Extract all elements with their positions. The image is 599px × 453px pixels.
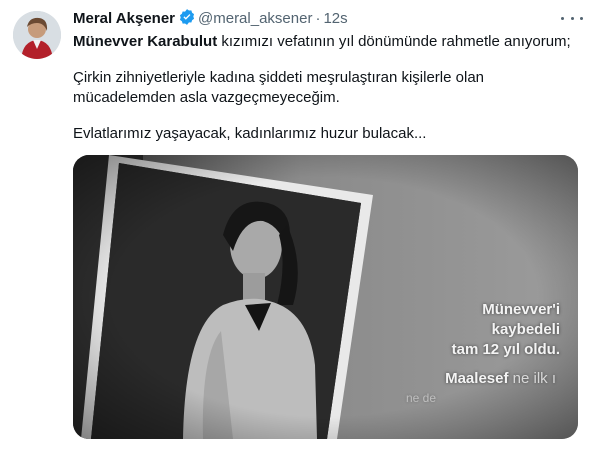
overlay-caption-line4: Maalesef ne ilk ı xyxy=(445,370,556,387)
author-name[interactable]: Meral Akşener xyxy=(73,10,175,27)
tweet-text-line1: Münevver Karabulut kızımızı vefatının yı… xyxy=(73,32,571,52)
video-frame-image xyxy=(73,155,578,439)
tweet-header: Meral Akşener @meral_aksener · 12s xyxy=(73,8,559,28)
separator-dot: · xyxy=(315,10,321,27)
overlay-line4-b: ne ilk ı xyxy=(508,370,556,387)
tweet-text-paragraph3: Evlatlarımız yaşayacak, kadınlarımız huz… xyxy=(73,125,427,142)
tweet-text-paragraph2: Çirkin zihniyetleriyle kadına şiddeti me… xyxy=(73,69,485,106)
overlay-caption-line5: ne de xyxy=(405,391,436,405)
overlay-line4-a: Maalesef xyxy=(445,370,509,387)
tweet-timestamp[interactable]: 12s xyxy=(323,10,347,27)
author-avatar[interactable] xyxy=(13,11,61,59)
overlay-caption-line2: kaybedeli xyxy=(491,321,560,338)
overlay-caption-line1: Münevver'i xyxy=(482,301,560,318)
video-media[interactable]: Münevver'i kaybedeli tam 12 yıl oldu. Ma… xyxy=(73,155,578,439)
more-options-icon[interactable] xyxy=(561,10,583,26)
verified-badge-icon xyxy=(178,8,196,32)
overlay-caption-line3: tam 12 yıl oldu. xyxy=(451,341,560,358)
line1-rest: kızımızı vefatının yıl dönümünde rahmetl… xyxy=(217,33,571,50)
avatar-image xyxy=(13,11,61,59)
author-handle[interactable]: @meral_aksener xyxy=(198,10,312,27)
mentioned-name: Münevver Karabulut xyxy=(73,33,218,50)
